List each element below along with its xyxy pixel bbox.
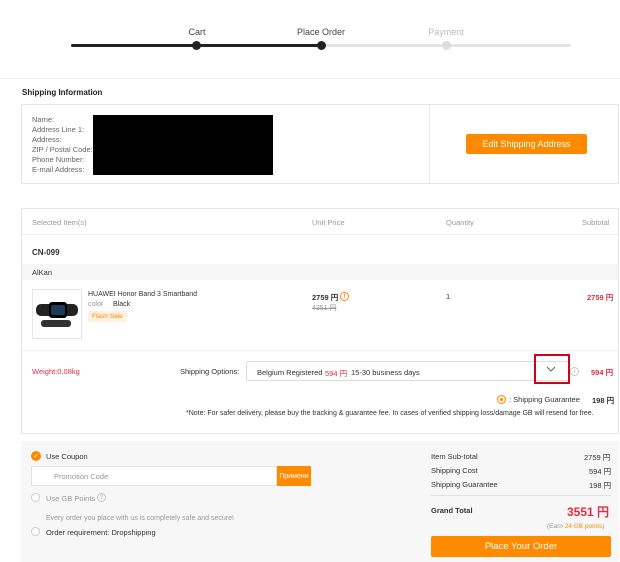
shipping-method-name: Belgium Registered <box>257 368 323 377</box>
address-label: Address: <box>32 135 62 144</box>
redacted-address <box>93 115 273 175</box>
checkout-progress: Cart Place Order Payment <box>0 0 620 60</box>
items-box: Selected Item(s) Unit Price Quantity Sub… <box>21 208 619 434</box>
summary-divider <box>431 495 611 496</box>
earn-points: 24 GB points <box>564 523 603 530</box>
safe-order-text: Every order you place with us is complet… <box>46 515 234 522</box>
address-line1-label: Address Line 1: <box>32 125 85 134</box>
step-payment-label: Payment <box>428 27 464 37</box>
step-place-order-label: Place Order <box>296 27 346 37</box>
summary-item-subtotal-label: Item Sub-total <box>431 452 478 461</box>
checkout-bottom: ✓ Use Coupon Promotion Code Примени Use … <box>21 441 619 562</box>
item-old-price: 4351 円 <box>312 305 337 312</box>
grand-total-label: Grand Total <box>431 506 473 515</box>
seller-row: AlKan <box>22 264 618 280</box>
shipping-note: *Note: For safer delivery, please buy th… <box>186 410 594 417</box>
shipping-guarantee-price: 198 円 <box>592 396 615 405</box>
shipping-options-label: Shipping Options: <box>180 367 240 376</box>
item-quantity: 1 <box>446 292 451 301</box>
header-quantity: Quantity <box>446 218 474 227</box>
chevron-down-icon[interactable] <box>546 365 556 373</box>
flash-sale-badge: Flash Sale <box>88 311 127 322</box>
page-divider <box>0 78 620 79</box>
apply-coupon-button[interactable]: Примени <box>277 466 311 486</box>
item-subtotal: 2759 円 <box>587 293 614 302</box>
shipping-info-box: Name: Address Line 1: Address: ZIP / Pos… <box>21 104 619 184</box>
phone-label: Phone Number: <box>32 155 85 164</box>
promotion-code-input[interactable]: Promotion Code <box>31 466 277 486</box>
item-color-label: color <box>88 301 104 308</box>
zip-label: ZIP / Postal Code: <box>32 145 93 154</box>
warehouse-code: CN-099 <box>32 248 60 257</box>
place-order-button[interactable]: Place Your Order <box>431 536 611 557</box>
step-place-order-dot <box>317 41 326 50</box>
price-info-icon[interactable]: ! <box>340 292 349 301</box>
items-header-row: Selected Item(s) Unit Price Quantity Sub… <box>22 209 618 235</box>
edit-shipping-address-button[interactable]: Edit Shipping Address <box>466 134 587 154</box>
use-gb-points-radio[interactable] <box>31 493 40 502</box>
use-coupon-label[interactable]: Use Coupon <box>46 452 88 461</box>
item-name[interactable]: HUAWEI Honor Band 3 Smartband <box>88 291 197 298</box>
earn-suffix: ) <box>602 523 605 530</box>
step-cart-dot <box>192 41 201 50</box>
use-gb-points-label[interactable]: Use GB Points <box>46 494 95 503</box>
item-color-value: Black <box>113 301 131 308</box>
shipping-info-title: Shipping Information <box>22 88 103 97</box>
grand-total-value: 3551 円 <box>567 505 610 519</box>
email-label: E-mail Address: <box>32 165 85 174</box>
summary-shipping-cost-label: Shipping Cost <box>431 466 478 475</box>
use-coupon-checkbox[interactable]: ✓ <box>31 451 41 461</box>
smartband-image[interactable] <box>32 289 82 339</box>
item-row: HUAWEI Honor Band 3 Smartband color Blac… <box>22 281 618 351</box>
header-selected-items: Selected Item(s) <box>32 218 87 227</box>
shipping-guarantee-radio[interactable] <box>497 395 506 404</box>
shipping-method-price: 594 円 <box>325 369 348 378</box>
step-payment-dot <box>442 41 451 50</box>
seller-name: AlKan <box>32 268 53 277</box>
address-labels: Name: Address Line 1: Address: ZIP / Pos… <box>32 115 93 175</box>
shipping-method-select[interactable]: Belgium Registered 594 円 15-30 business … <box>246 361 569 381</box>
header-subtotal: Subtotal <box>582 218 610 227</box>
summary-item-subtotal-value: 2759 円 <box>584 453 611 462</box>
earn-prefix: (Earn <box>547 523 565 530</box>
item-price: 2759 円 <box>312 293 339 302</box>
earn-points-text: (Earn 24 GB points) <box>547 523 604 530</box>
dropshipping-label[interactable]: Order requirement: Dropshipping <box>46 528 156 537</box>
shipping-guarantee-label: : Shipping Guarantee <box>509 395 580 404</box>
item-weight: Weight:0.08kg <box>32 367 80 376</box>
shipping-method-time: 15-30 business days <box>351 368 420 377</box>
shipping-price: 594 円 <box>591 368 614 377</box>
gb-points-info-icon[interactable]: ? <box>97 493 106 502</box>
name-label: Name: <box>32 115 55 124</box>
shipping-info-icon[interactable]: i <box>570 367 579 376</box>
header-unit-price: Unit Price <box>312 218 345 227</box>
summary-shipping-guarantee-label: Shipping Guarantee <box>431 480 498 489</box>
summary-shipping-cost-value: 594 円 <box>589 467 612 476</box>
dropshipping-radio[interactable] <box>31 527 40 536</box>
step-cart-label: Cart <box>188 27 206 37</box>
summary-shipping-guarantee-value: 198 円 <box>589 481 612 490</box>
